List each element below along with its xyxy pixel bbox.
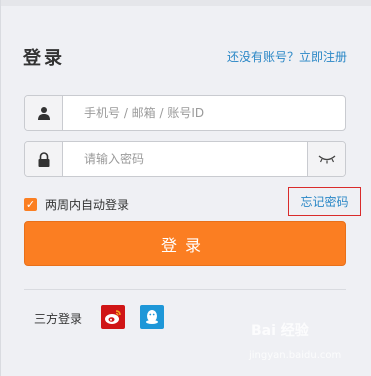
login-button[interactable]: 登录 <box>24 221 346 266</box>
page-title: 登录 <box>23 48 65 69</box>
top-strip <box>1 0 371 6</box>
password-input[interactable] <box>72 142 316 176</box>
watermark-url: jingyan.baidu.com <box>249 350 342 361</box>
qq-icon[interactable] <box>140 305 164 329</box>
lock-icon <box>25 142 63 176</box>
forgot-password-label[interactable]: 忘记密码 <box>300 193 348 210</box>
check-icon[interactable]: ✓ <box>24 198 37 211</box>
account-field[interactable] <box>24 95 346 131</box>
register-link[interactable]: 还没有账号？立即注册 <box>227 48 347 65</box>
third-party-login-label: 三方登录 <box>34 312 83 326</box>
account-input[interactable] <box>72 96 316 130</box>
weibo-icon[interactable] <box>101 305 125 329</box>
user-icon <box>25 96 63 130</box>
show-password-eye-icon[interactable] <box>307 142 345 176</box>
divider <box>24 289 346 290</box>
password-field[interactable] <box>24 141 346 177</box>
remember-me-label: 两周内自动登录 <box>45 198 130 212</box>
remember-me-checkbox[interactable]: ✓ 两周内自动登录 <box>24 196 129 213</box>
login-panel: 登录 还没有账号？立即注册 手机号 / 邮箱 / 账号ID ✓ 两周内自动登录 … <box>0 0 371 376</box>
forgot-password-link[interactable]: 忘记密码 <box>288 187 361 216</box>
watermark-logo: Bai 经验 <box>251 323 309 339</box>
